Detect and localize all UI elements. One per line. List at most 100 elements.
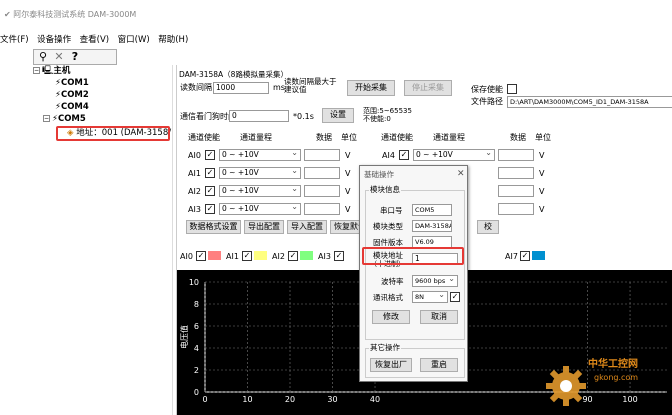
tree-port-com4[interactable]: ⚡COM4: [55, 102, 89, 113]
legend-checkbox-ai2[interactable]: ✓: [288, 251, 298, 261]
help-icon[interactable]: ?: [68, 50, 82, 64]
format-label: 通讯格式: [373, 293, 403, 302]
channel-data-field-ai5: [498, 167, 534, 179]
calibrate-button[interactable]: 校: [477, 220, 499, 234]
format-select[interactable]: 8N: [412, 290, 448, 303]
tree-port-com1[interactable]: ⚡COM1: [55, 78, 89, 89]
col-unit-header-right: 单位: [535, 133, 551, 142]
col-data-header: 数据: [316, 133, 332, 142]
channel-name: AI3: [188, 205, 201, 214]
channel-data-field: [498, 149, 534, 161]
channel-unit-ai7: V: [539, 205, 545, 214]
menu-bar: 文件(F) 设备操作 查看(V) 窗口(W) 帮助(H): [0, 34, 672, 47]
channel-enable-checkbox[interactable]: ✓: [205, 150, 215, 160]
channel-data-field-ai6: [498, 185, 534, 197]
range-note-disabled: 不使能:0: [363, 115, 391, 123]
collapse-icon[interactable]: −: [43, 115, 50, 122]
port-field: COM5: [412, 204, 452, 216]
channel-enable-checkbox[interactable]: ✓: [205, 204, 215, 214]
menu-help[interactable]: 帮助(H): [158, 35, 188, 45]
channel-range-select[interactable]: 0 ~ +10V: [219, 184, 301, 197]
channel-range-select[interactable]: 0 ~ +10V: [219, 148, 301, 161]
x-tick-label: 0: [202, 395, 207, 404]
stop-button[interactable]: 停止采集: [404, 80, 452, 96]
channel-unit: V: [345, 169, 351, 178]
y-tick-label: 6: [194, 322, 199, 331]
highlight-address-field: [362, 247, 464, 265]
channel-range-select[interactable]: 0 ~ +10V: [219, 166, 301, 179]
collapse-icon[interactable]: −: [33, 67, 40, 74]
y-tick-label: 4: [194, 344, 199, 353]
channel-enable-checkbox[interactable]: ✓: [205, 186, 215, 196]
module-type-label: 模块类型: [373, 222, 403, 231]
y-tick-label: 8: [194, 300, 199, 309]
cancel-button[interactable]: 取消: [420, 310, 458, 324]
channel-data-field: [304, 149, 340, 161]
export-config-button[interactable]: 导出配置: [244, 220, 284, 234]
read-interval-hint: 读数间隔最大于建议值: [284, 77, 337, 94]
legend-swatch-ai7: [532, 251, 545, 260]
y-tick-label: 0: [194, 388, 199, 397]
channel-data-field: [304, 203, 340, 215]
channel-unit-ai6: V: [539, 187, 545, 196]
col-data-header-right: 数据: [510, 133, 526, 142]
menu-file[interactable]: 文件(F): [0, 35, 29, 45]
window-title: ✔ 阿尔泰科技测试系统 DAM-3000M: [4, 10, 137, 19]
watermark-text: 中华工控网: [588, 359, 638, 370]
read-interval-input[interactable]: 1000: [213, 82, 269, 94]
tree-port-com5[interactable]: − ⚡COM5: [43, 114, 86, 125]
x-tick-label: 10: [242, 395, 252, 404]
channel-enable-checkbox[interactable]: ✓: [205, 168, 215, 178]
file-path-label: 文件路径: [471, 97, 503, 106]
close-icon[interactable]: ✕: [457, 169, 465, 179]
legend-label-ai0: AI0: [180, 252, 193, 261]
legend-swatch-ai1: [254, 251, 267, 260]
channel-name: AI4: [382, 151, 395, 160]
channel-range-select[interactable]: 0 ~ +10V: [413, 148, 495, 161]
search-icon[interactable]: ⚲: [36, 50, 50, 64]
channel-enable-checkbox[interactable]: ✓: [399, 150, 409, 160]
import-config-button[interactable]: 导入配置: [287, 220, 327, 234]
channel-name: AI2: [188, 187, 201, 196]
legend-swatch-ai0: [208, 251, 221, 260]
legend-checkbox-ai7[interactable]: ✓: [520, 251, 530, 261]
watermark: 中华工控网 gkong.com: [536, 352, 672, 415]
baud-select[interactable]: 9600 bps: [412, 274, 458, 287]
menu-device[interactable]: 设备操作: [37, 35, 71, 45]
y-tick-label: 10: [189, 278, 199, 287]
highlight-device-node: [56, 126, 170, 141]
col-enable-header: 通道使能: [188, 133, 220, 142]
channel-unit: V: [345, 151, 351, 160]
legend-checkbox-ai1[interactable]: ✓: [242, 251, 252, 261]
factory-reset-button[interactable]: 恢复出厂: [370, 358, 412, 372]
app-logo-icon: ✔: [4, 10, 14, 19]
start-button[interactable]: 开始采集: [347, 80, 395, 96]
data-format-button[interactable]: 数据格式设置: [186, 220, 241, 234]
menu-view[interactable]: 查看(V): [80, 35, 109, 45]
save-enable-label: 保存使能: [471, 85, 503, 94]
legend-checkbox-ai0[interactable]: ✓: [196, 251, 206, 261]
file-path-input[interactable]: D:\ART\DAM3000M\COM5_ID1_DAM-3158A: [507, 96, 672, 108]
save-enable-checkbox[interactable]: [507, 84, 517, 94]
basic-ops-dialog: 基础操作 ✕ 模块信息 串口号 COM5 模块类型 DAM-3158A 固件版本…: [359, 165, 468, 382]
x-tick-label: 20: [285, 395, 295, 404]
col-range-header: 通道量程: [240, 133, 272, 142]
modify-button[interactable]: 修改: [372, 310, 410, 324]
channel-data-field: [304, 167, 340, 179]
restart-button[interactable]: 重启: [420, 358, 458, 372]
legend-label-ai2: AI2: [272, 252, 285, 261]
tree-root[interactable]: − 🖳主机: [33, 66, 70, 77]
col-unit-header: 单位: [341, 133, 357, 142]
channel-data-field: [304, 185, 340, 197]
y-axis-label: 电压值: [179, 325, 189, 349]
legend-checkbox-ai3[interactable]: ✓: [334, 251, 344, 261]
close-icon[interactable]: ✕: [52, 50, 66, 64]
other-ops-label: 其它操作: [369, 343, 401, 353]
watchdog-input[interactable]: 0: [229, 110, 289, 122]
tree-port-com2[interactable]: ⚡COM2: [55, 90, 89, 101]
toolbar: ⚲ ✕ ?: [33, 49, 117, 65]
channel-range-select[interactable]: 0 ~ +10V: [219, 202, 301, 215]
menu-window[interactable]: 窗口(W): [118, 35, 150, 45]
format-checkbox[interactable]: ✓: [450, 292, 460, 302]
set-button[interactable]: 设置: [322, 108, 354, 123]
